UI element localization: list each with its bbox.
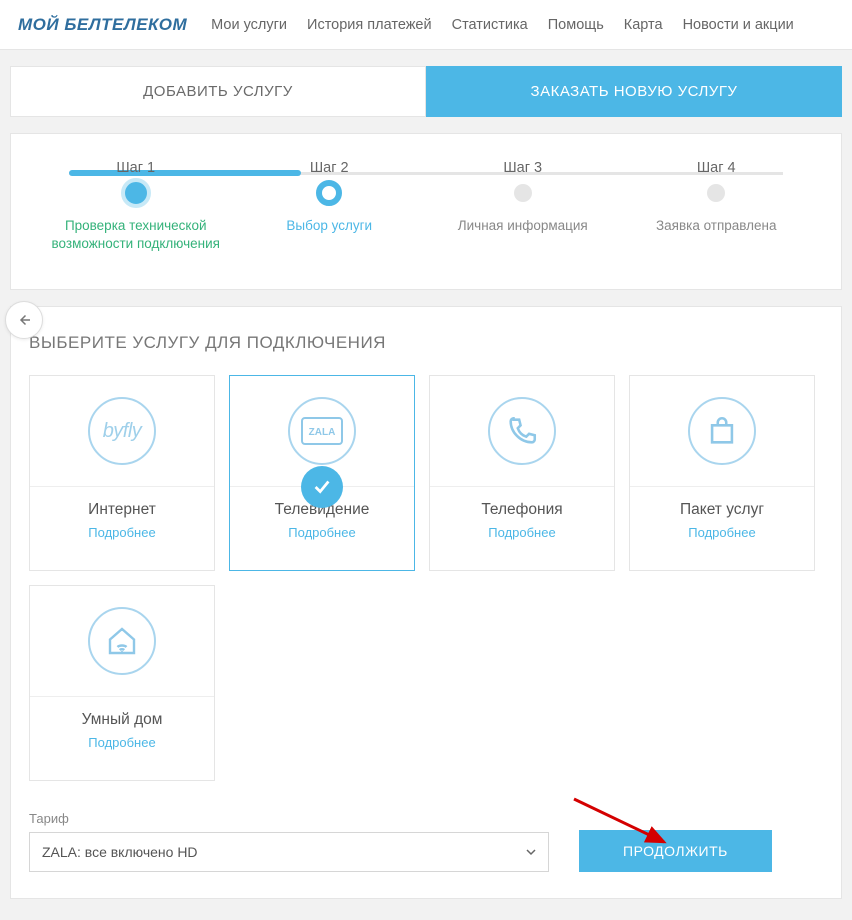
card-more-link[interactable]: Подробнее [488,525,555,540]
smart-home-icon [88,607,156,675]
phone-icon [488,397,556,465]
arrow-left-icon [15,311,33,329]
top-navigation: МОЙ БЕЛТЕЛЕКОМ Мои услуги История платеж… [0,0,852,50]
zala-icon: ZALA [288,397,356,465]
bag-icon [688,397,756,465]
nav-my-services[interactable]: Мои услуги [211,17,287,33]
section-title: ВЫБЕРИТЕ УСЛУГУ ДЛЯ ПОДКЛЮЧЕНИЯ [29,333,823,353]
tariff-select[interactable]: ZALA: все включено HD [29,832,549,872]
step-number: Шаг 2 [233,160,427,176]
card-title: Пакет услуг [680,501,764,519]
step-number: Шаг 3 [426,160,620,176]
tab-order-new-service[interactable]: ЗАКАЗАТЬ НОВУЮ УСЛУГУ [426,66,842,117]
nav-map[interactable]: Карта [624,17,663,33]
card-telephony[interactable]: Телефония Подробнее [429,375,615,571]
service-tabs: ДОБАВИТЬ УСЛУГУ ЗАКАЗАТЬ НОВУЮ УСЛУГУ [10,66,842,117]
step-dot-icon [514,184,532,202]
step-dot-icon [316,180,342,206]
card-title: Интернет [88,501,156,519]
step-label: Заявка отправлена [620,217,814,235]
card-package[interactable]: Пакет услуг Подробнее [629,375,815,571]
service-selection-panel: ВЫБЕРИТЕ УСЛУГУ ДЛЯ ПОДКЛЮЧЕНИЯ byfly Ин… [10,306,842,899]
card-television[interactable]: ZALA Телевидение Подробнее [229,375,415,571]
card-internet[interactable]: byfly Интернет Подробнее [29,375,215,571]
step-label: Выбор услуги [233,217,427,235]
card-more-link[interactable]: Подробнее [88,735,155,750]
step-number: Шаг 1 [39,160,233,176]
card-title: Умный дом [82,711,163,729]
byfly-icon: byfly [88,397,156,465]
card-smart-home[interactable]: Умный дом Подробнее [29,585,215,781]
svg-text:ZALA: ZALA [309,427,336,438]
tab-add-service[interactable]: ДОБАВИТЬ УСЛУГУ [10,66,426,117]
continue-button[interactable]: ПРОДОЛЖИТЬ [579,830,772,872]
nav-payment-history[interactable]: История платежей [307,17,432,33]
nav-news[interactable]: Новости и акции [683,17,794,33]
step-2: Шаг 2 Выбор услуги [233,160,427,253]
main-nav: Мои услуги История платежей Статистика П… [211,17,794,33]
step-dot-icon [121,178,151,208]
step-dot-icon [707,184,725,202]
selected-check-icon [301,466,343,508]
card-more-link[interactable]: Подробнее [288,525,355,540]
step-number: Шаг 4 [620,160,814,176]
logo: МОЙ БЕЛТЕЛЕКОМ [18,15,187,35]
tariff-label: Тариф [29,811,549,826]
step-label: Личная информация [426,217,620,235]
steps-panel: Шаг 1 Проверка технической возможности п… [10,133,842,290]
nav-help[interactable]: Помощь [548,17,604,33]
card-title: Телефония [481,501,562,519]
step-label: Проверка технической возможности подключ… [39,217,233,253]
step-3: Шаг 3 Личная информация [426,160,620,253]
nav-statistics[interactable]: Статистика [452,17,528,33]
service-cards: byfly Интернет Подробнее ZALA Телевидени… [29,375,823,781]
card-more-link[interactable]: Подробнее [88,525,155,540]
step-1: Шаг 1 Проверка технической возможности п… [39,160,233,253]
tariff-selected-value: ZALA: все включено HD [42,844,198,860]
step-4: Шаг 4 Заявка отправлена [620,160,814,253]
card-more-link[interactable]: Подробнее [688,525,755,540]
chevron-down-icon [526,847,536,857]
